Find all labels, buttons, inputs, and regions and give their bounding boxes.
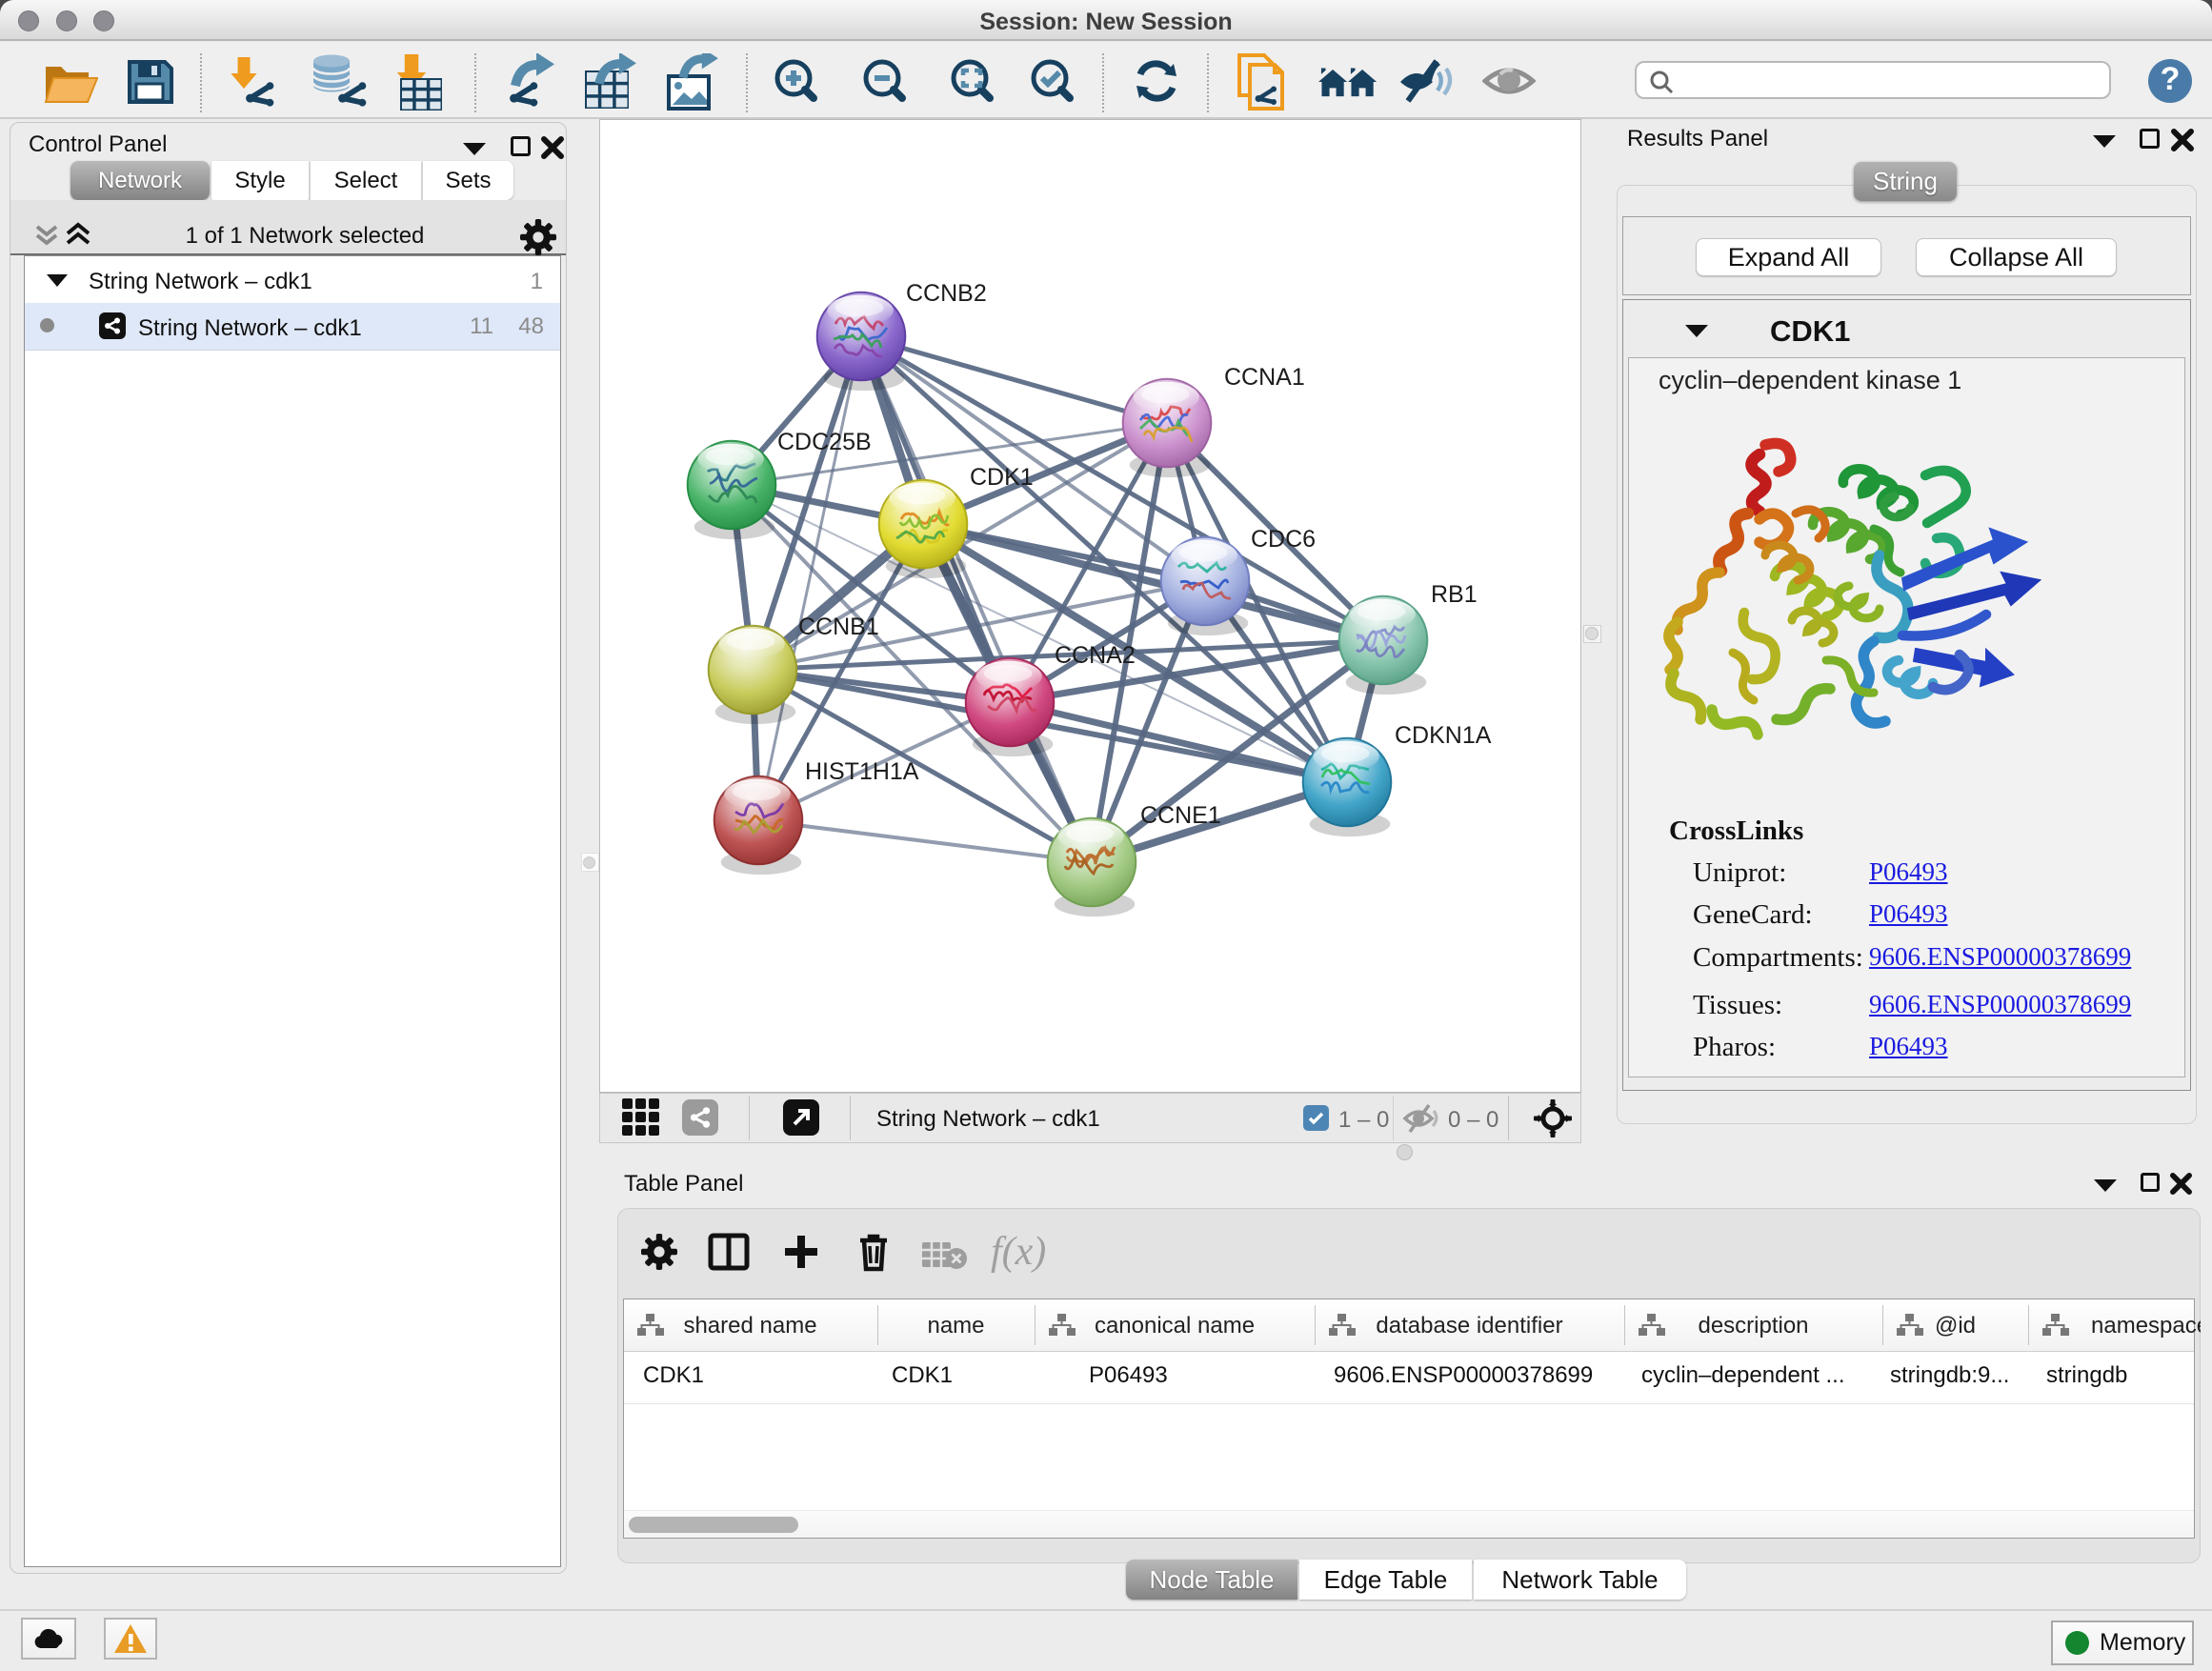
svg-text:CCNA1: CCNA1 — [1224, 364, 1305, 391]
svg-text:CDK1: CDK1 — [970, 464, 1034, 491]
svg-text:CCNB1: CCNB1 — [798, 614, 879, 640]
svg-text:RB1: RB1 — [1431, 581, 1478, 608]
svg-text:CDC25B: CDC25B — [777, 429, 872, 455]
svg-text:CCNA2: CCNA2 — [1055, 642, 1136, 669]
svg-text:CDC6: CDC6 — [1251, 526, 1316, 553]
svg-text:CCNB2: CCNB2 — [906, 280, 987, 307]
svg-text:HIST1H1A: HIST1H1A — [805, 758, 919, 785]
svg-text:CDKN1A: CDKN1A — [1395, 722, 1492, 749]
svg-text:CCNE1: CCNE1 — [1140, 802, 1221, 829]
